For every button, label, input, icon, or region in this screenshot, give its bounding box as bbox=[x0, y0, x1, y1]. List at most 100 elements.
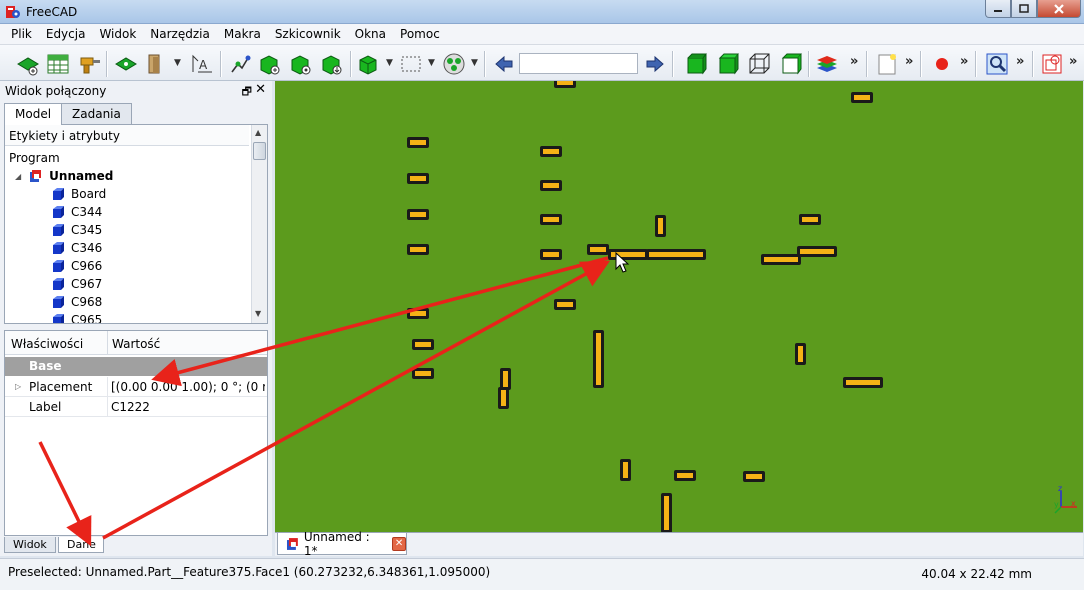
property-row-label[interactable]: Label C1222 bbox=[5, 397, 267, 417]
new-document-icon[interactable] bbox=[16, 52, 40, 76]
more-icon[interactable]: » bbox=[1069, 54, 1077, 69]
close-button[interactable] bbox=[1037, 0, 1081, 18]
whats-this-icon[interactable] bbox=[985, 52, 1009, 76]
property-value[interactable]: C1222 bbox=[111, 400, 265, 414]
scroll-up-icon[interactable]: ▲ bbox=[255, 128, 261, 137]
smd-component[interactable] bbox=[540, 249, 562, 260]
smd-component[interactable] bbox=[540, 180, 562, 191]
smd-component[interactable] bbox=[498, 387, 509, 409]
view-front-icon[interactable] bbox=[684, 52, 708, 76]
more-icon[interactable]: » bbox=[850, 54, 858, 69]
tree-root[interactable]: Program bbox=[9, 149, 60, 167]
smd-component[interactable] bbox=[851, 92, 873, 103]
menu-plik[interactable]: Plik bbox=[4, 24, 39, 45]
float-dock-icon[interactable]: 🗗 bbox=[242, 83, 252, 102]
smd-component[interactable] bbox=[743, 471, 765, 482]
tree-expand-icon[interactable]: ◢ bbox=[15, 172, 21, 181]
smd-component[interactable] bbox=[761, 254, 801, 265]
smd-component[interactable] bbox=[407, 244, 429, 255]
tab-widok[interactable]: Widok bbox=[4, 537, 56, 553]
tree-item[interactable]: C968 bbox=[51, 293, 102, 311]
box-select-icon[interactable] bbox=[399, 52, 423, 76]
text-label-icon[interactable]: A bbox=[190, 52, 214, 76]
new-sketch-icon[interactable] bbox=[875, 52, 899, 76]
3d-view[interactable]: z x y bbox=[275, 81, 1083, 532]
document-tab-unnamed[interactable]: Unnamed : 1* ✕ bbox=[277, 530, 407, 558]
smd-component[interactable] bbox=[407, 308, 429, 319]
smd-component[interactable] bbox=[593, 330, 604, 388]
menu-pomoc[interactable]: Pomoc bbox=[393, 24, 447, 45]
view-right-icon[interactable] bbox=[779, 52, 803, 76]
tree-scrollbar[interactable]: ▲ ▼ bbox=[251, 125, 267, 323]
smd-component[interactable] bbox=[795, 343, 806, 365]
export-view-icon[interactable] bbox=[1040, 52, 1064, 76]
smd-component[interactable] bbox=[674, 470, 696, 481]
property-row-placement[interactable]: ▷ Placement [(0.00 0.00 1.00); 0 °; (0 m… bbox=[5, 377, 267, 397]
layers-icon[interactable] bbox=[815, 52, 839, 76]
add-part-icon[interactable] bbox=[258, 52, 282, 76]
expand-arrow-icon[interactable]: ▷ bbox=[15, 382, 21, 391]
smd-component[interactable] bbox=[540, 146, 562, 157]
record-macro-icon[interactable] bbox=[930, 52, 954, 76]
more-icon[interactable]: » bbox=[905, 54, 913, 69]
board-icon[interactable] bbox=[114, 52, 138, 76]
isometric-view-icon[interactable] bbox=[357, 52, 381, 76]
tab-model[interactable]: Model bbox=[4, 103, 63, 125]
scan-icon[interactable] bbox=[228, 52, 252, 76]
close-dock-icon[interactable]: ✕ bbox=[255, 82, 266, 97]
smd-component[interactable] bbox=[587, 244, 609, 255]
tree-item[interactable]: C344 bbox=[51, 203, 102, 221]
smd-component[interactable] bbox=[412, 339, 434, 350]
more-icon[interactable]: » bbox=[1016, 54, 1024, 69]
smd-component[interactable] bbox=[646, 249, 706, 260]
view-top-icon[interactable] bbox=[716, 52, 740, 76]
tree-document[interactable]: ◢ Unnamed bbox=[15, 167, 113, 185]
tree-item[interactable]: C966 bbox=[51, 257, 102, 275]
tree-item[interactable]: C965 bbox=[51, 311, 102, 323]
nav-back-icon[interactable] bbox=[492, 52, 516, 76]
smd-component[interactable] bbox=[540, 214, 562, 225]
smd-component[interactable] bbox=[661, 493, 672, 532]
tree-item[interactable]: C345 bbox=[51, 221, 102, 239]
chevron-down-icon[interactable]: ▼ bbox=[386, 58, 393, 68]
smd-component[interactable] bbox=[407, 173, 429, 184]
smd-component[interactable] bbox=[797, 246, 837, 257]
more-icon[interactable]: » bbox=[960, 54, 968, 69]
smd-component[interactable] bbox=[620, 459, 631, 481]
chevron-down-icon[interactable]: ▼ bbox=[174, 58, 181, 68]
smd-component[interactable] bbox=[655, 215, 666, 237]
tab-zadania[interactable]: Zadania bbox=[61, 103, 132, 124]
draw-style-icon[interactable] bbox=[442, 52, 466, 76]
smd-component[interactable] bbox=[554, 299, 576, 310]
tree-item[interactable]: C967 bbox=[51, 275, 102, 293]
menu-edycja[interactable]: Edycja bbox=[39, 24, 93, 45]
tab-dane[interactable]: Dane bbox=[58, 537, 104, 553]
menu-widok[interactable]: Widok bbox=[92, 24, 143, 45]
spreadsheet-icon[interactable] bbox=[46, 52, 70, 76]
menu-narzedzia[interactable]: Narzędzia bbox=[143, 24, 217, 45]
smd-component[interactable] bbox=[799, 214, 821, 225]
menu-okna[interactable]: Okna bbox=[348, 24, 393, 45]
minimize-button[interactable] bbox=[985, 0, 1011, 18]
smd-component[interactable] bbox=[407, 137, 429, 148]
smd-component[interactable] bbox=[412, 368, 434, 379]
chevron-down-icon[interactable]: ▼ bbox=[428, 58, 435, 68]
maximize-button[interactable] bbox=[1011, 0, 1037, 18]
drill-icon[interactable] bbox=[78, 52, 102, 76]
menu-makra[interactable]: Makra bbox=[217, 24, 268, 45]
nav-url-input[interactable] bbox=[519, 53, 638, 74]
tree-item[interactable]: C346 bbox=[51, 239, 102, 257]
scroll-thumb[interactable] bbox=[253, 142, 266, 160]
smd-component[interactable] bbox=[554, 81, 576, 88]
nav-forward-icon[interactable] bbox=[643, 52, 667, 76]
smd-component[interactable] bbox=[407, 209, 429, 220]
tree-item[interactable]: Board bbox=[51, 185, 106, 203]
chevron-down-icon[interactable]: ▼ bbox=[471, 58, 478, 68]
smd-component[interactable] bbox=[843, 377, 883, 388]
part-download-icon[interactable] bbox=[320, 52, 344, 76]
parts-library-icon[interactable] bbox=[144, 52, 168, 76]
property-value[interactable]: [(0.00 0.00 1.00); 0 °; (0 m... bbox=[111, 380, 265, 394]
part-settings-icon[interactable] bbox=[289, 52, 313, 76]
wireframe-cube-icon[interactable] bbox=[747, 52, 771, 76]
menu-szkicownik[interactable]: Szkicownik bbox=[268, 24, 348, 45]
